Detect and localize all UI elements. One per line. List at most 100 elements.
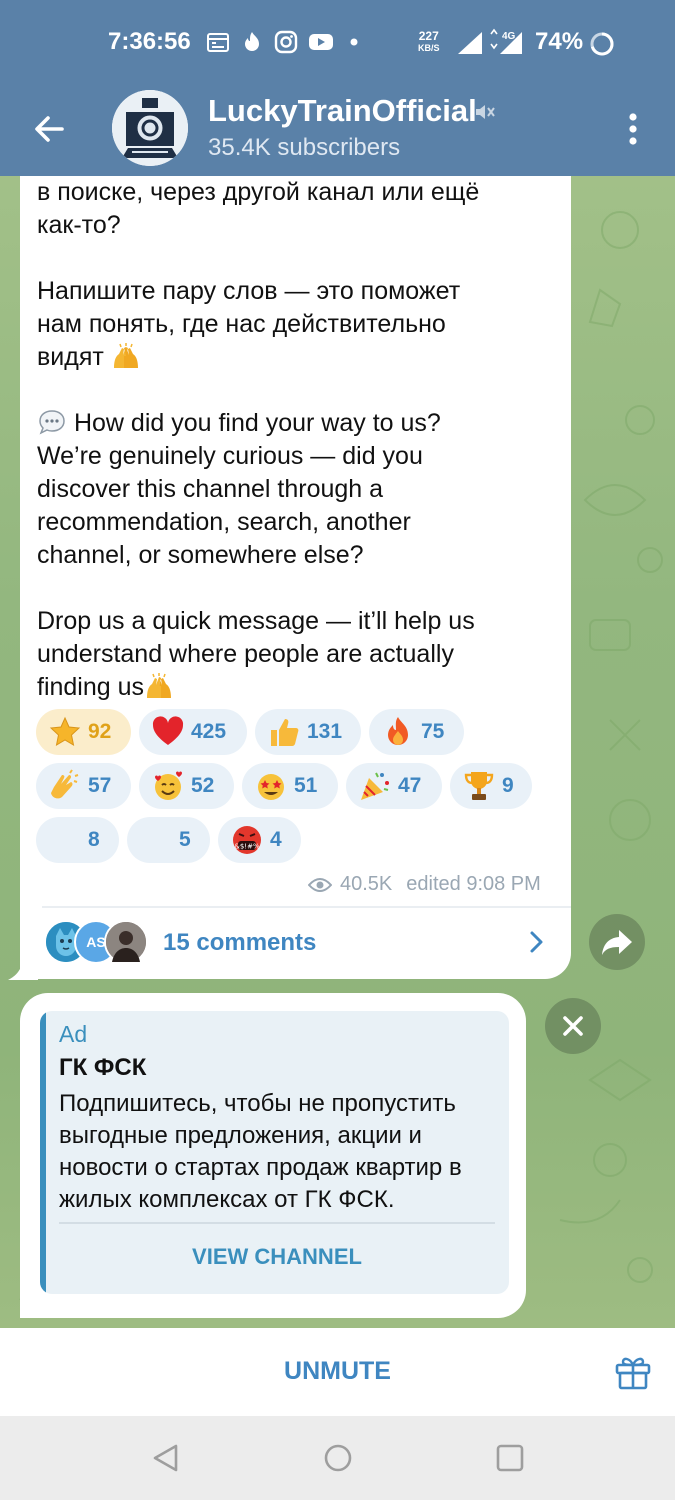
ad-title: ГК ФСК <box>59 1054 147 1081</box>
reaction-party-popper[interactable]: 47 <box>346 763 442 809</box>
star-icon <box>48 715 82 749</box>
close-ad-button[interactable] <box>545 998 601 1054</box>
view-channel-button[interactable]: VIEW CHANNEL <box>59 1229 495 1285</box>
calendar-icon <box>206 30 230 54</box>
back-arrow-icon[interactable] <box>26 106 72 152</box>
channel-header: LuckyTrainOfficial 35.4K subscribers <box>0 88 675 176</box>
speech-balloon-icon <box>39 410 65 435</box>
post-line: нам понять, где нас действительно <box>37 310 446 338</box>
svg-text:&$!#%: &$!#% <box>234 843 260 851</box>
reaction-star-struck[interactable]: 51 <box>242 763 338 809</box>
reaction-custom[interactable]: 5 <box>127 817 210 863</box>
post-line: Drop us a quick message — it’ll help us <box>37 607 475 635</box>
comments-button[interactable]: AS 15 comments <box>42 916 571 968</box>
comments-label: 15 comments <box>163 929 317 956</box>
channel-avatar[interactable] <box>112 90 188 166</box>
post-line: Напишите пару слов — это поможет <box>37 277 461 305</box>
blank-reaction-icon <box>139 823 173 857</box>
cursing-face-icon: &$!#% <box>230 823 264 857</box>
ad-label: Ad <box>59 1021 88 1047</box>
network-type-label: 4G <box>502 31 516 42</box>
nav-back-icon[interactable] <box>150 1442 182 1474</box>
reaction-count: 51 <box>294 774 318 797</box>
reaction-count: 8 <box>88 828 100 851</box>
post-line-text: finding us <box>37 673 145 701</box>
post-line-text: видят <box>37 343 104 371</box>
channel-post: в поиске, через другой канал или ещё как… <box>20 176 571 979</box>
reaction-cursing[interactable]: &$!#% 4 <box>218 817 301 863</box>
share-button[interactable] <box>589 914 645 970</box>
youtube-icon <box>308 30 333 54</box>
unmute-button[interactable]: UNMUTE <box>0 1328 675 1416</box>
gift-icon[interactable] <box>614 1353 652 1391</box>
reaction-fire[interactable]: 75 <box>369 709 464 755</box>
post-line: recommendation, search, another <box>37 508 411 536</box>
muted-speaker-icon <box>476 105 495 119</box>
nav-home-icon[interactable] <box>322 1442 354 1474</box>
avatar <box>104 920 148 964</box>
reaction-count: 9 <box>502 774 514 797</box>
sponsored-message: Ad ГК ФСК Подпишитесь, чтобы не пропусти… <box>20 993 526 1318</box>
fire-icon <box>381 715 415 749</box>
subscriber-count: 35.4K subscribers <box>208 134 401 161</box>
battery-percent: 74% <box>535 28 584 55</box>
reaction-count: 131 <box>307 720 343 743</box>
share-arrow-icon <box>602 930 632 955</box>
ad-body: Подпишитесь, чтобы не пропустить выгодны… <box>59 1088 504 1216</box>
post-line: understand where people are actually <box>37 640 454 668</box>
post-text: в поиске, через другой канал или ещё как… <box>37 176 557 704</box>
post-line: We’re genuinely curious — did you <box>37 442 423 470</box>
clapping-hands-icon <box>48 769 82 803</box>
post-meta: 40.5K edited 9:08 PM <box>308 873 541 896</box>
post-line: видят <box>37 341 557 374</box>
ad-body-line: жилых комплексах от ГК ФСК. <box>59 1186 395 1213</box>
reaction-count: 57 <box>88 774 112 797</box>
smiling-hearts-face-icon <box>151 769 185 803</box>
post-line: discover this channel through a <box>37 475 384 503</box>
reaction-count: 47 <box>398 774 422 797</box>
reaction-count: 4 <box>270 828 282 851</box>
net-speed-unit: KB/S <box>418 43 440 53</box>
reaction-count: 52 <box>191 774 215 797</box>
ad-accent-bar <box>40 1011 46 1294</box>
post-line: How did you find your way to us? <box>37 407 557 440</box>
nav-recents-icon[interactable] <box>494 1442 526 1474</box>
heart-icon <box>151 715 185 749</box>
dot-icon <box>342 30 366 54</box>
eye-icon <box>308 877 332 892</box>
reaction-clap[interactable]: 57 <box>36 763 131 809</box>
post-line: в поиске, через другой канал или ещё <box>37 178 480 206</box>
reaction-trophy[interactable]: 9 <box>450 763 532 809</box>
commenter-avatars: AS <box>44 920 154 966</box>
post-line: finding us <box>37 671 557 704</box>
reaction-smiling-hearts[interactable]: 52 <box>139 763 234 809</box>
reaction-custom[interactable]: 8 <box>36 817 119 863</box>
more-options-icon[interactable] <box>620 106 646 152</box>
channel-title[interactable]: LuckyTrainOfficial <box>208 93 477 129</box>
signal-icon <box>458 32 482 54</box>
post-line-text: How did you find your way to us? <box>73 409 441 437</box>
comments-divider <box>42 906 571 908</box>
bottom-bar: UNMUTE <box>0 1328 675 1416</box>
ad-body-line: Подпишитесь, чтобы не пропустить <box>59 1090 456 1117</box>
ad-body-line: новости о стартах продаж квартир в <box>59 1154 462 1181</box>
signal-4g-icon: 4G <box>490 28 522 54</box>
instagram-icon <box>274 30 298 54</box>
status-notification-icons <box>206 30 366 54</box>
top-bar: 7:36:56 227 KB/S 4G 74% LuckyTrainOffici… <box>0 0 675 176</box>
ad-body-line: выгодные предложения, акции и <box>59 1122 422 1149</box>
flame-icon <box>240 30 264 54</box>
ad-card[interactable]: Ad ГК ФСК Подпишитесь, чтобы не пропусти… <box>40 1011 509 1294</box>
post-line: channel, or somewhere else? <box>37 541 364 569</box>
view-count: 40.5K <box>340 873 393 895</box>
reaction-count: 5 <box>179 828 191 851</box>
party-popper-icon <box>358 769 392 803</box>
edited-time: edited 9:08 PM <box>406 873 541 895</box>
reaction-heart[interactable]: 425 <box>139 709 247 755</box>
reaction-star[interactable]: 92 <box>36 709 131 755</box>
thumbs-up-icon <box>267 715 301 749</box>
reaction-thumbs-up[interactable]: 131 <box>255 709 361 755</box>
post-line: как-то? <box>37 211 121 239</box>
reaction-count: 425 <box>191 720 227 743</box>
network-speed: 227 KB/S <box>418 30 440 54</box>
